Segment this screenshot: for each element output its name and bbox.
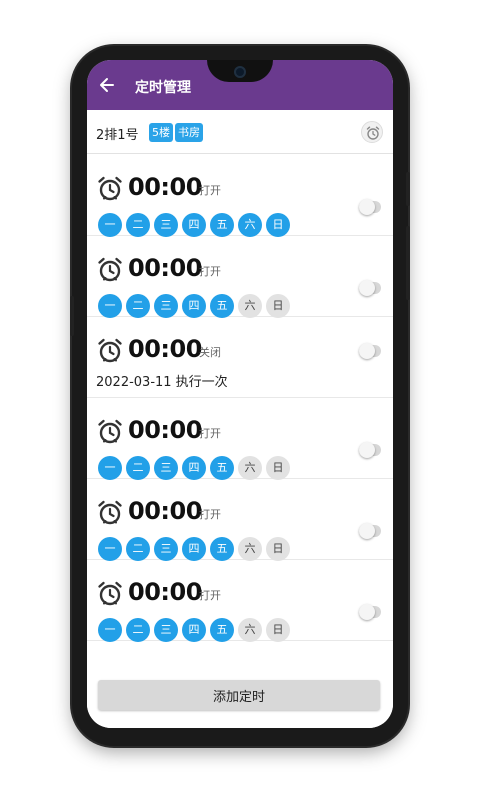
schedule-action: 打开	[199, 508, 221, 521]
schedule-once-date: 2022-03-11 执行一次	[96, 375, 228, 390]
schedule-time: 00:00	[128, 254, 202, 282]
phone-volume-button	[406, 226, 410, 300]
schedule-time: 00:00	[128, 497, 202, 525]
schedule-toggle[interactable]	[359, 343, 381, 359]
schedule-item[interactable]: 00:00 关闭 2022-03-11 执行一次	[87, 317, 393, 398]
weekday-chip[interactable]: 日	[266, 456, 290, 480]
schedule-time: 00:00	[128, 659, 202, 661]
toggle-knob	[359, 604, 375, 620]
weekday-chip[interactable]: 三	[154, 456, 178, 480]
toggle-knob	[359, 343, 375, 359]
weekday-chip[interactable]: 四	[182, 213, 206, 237]
schedule-action: 打开	[199, 589, 221, 602]
weekday-chip[interactable]: 四	[182, 456, 206, 480]
weekday-chip[interactable]: 三	[154, 537, 178, 561]
weekday-chip[interactable]: 五	[210, 456, 234, 480]
weekday-chip[interactable]: 五	[210, 213, 234, 237]
schedule-item[interactable]: 00:00 打开一二三四五六日	[87, 479, 393, 561]
weekday-chip[interactable]: 六	[238, 537, 262, 561]
floor-tag: 5楼	[149, 123, 173, 142]
schedule-toggle[interactable]	[359, 280, 381, 296]
schedule-action: 打开	[199, 265, 221, 278]
schedule-toggle[interactable]	[359, 604, 381, 620]
weekday-chip[interactable]: 三	[154, 213, 178, 237]
device-name: 2排1号	[96, 128, 139, 143]
weekday-chip[interactable]: 二	[126, 294, 150, 318]
arrow-left-icon[interactable]	[99, 76, 115, 94]
schedule-item[interactable]: 00:00 打开一二三四五六日	[87, 236, 393, 318]
alarm-clock-icon	[98, 419, 122, 444]
add-schedule-button[interactable]: 添加定时	[98, 680, 380, 710]
weekday-chip[interactable]: 四	[182, 294, 206, 318]
alarm-clock-icon	[98, 257, 122, 282]
weekday-chip[interactable]: 三	[154, 294, 178, 318]
alarm-clock-icon	[98, 176, 122, 201]
weekday-chip[interactable]: 一	[98, 213, 122, 237]
weekday-chip[interactable]: 五	[210, 537, 234, 561]
weekday-chip[interactable]: 日	[266, 618, 290, 642]
toggle-knob	[359, 199, 375, 215]
schedule-time: 00:00	[128, 578, 202, 606]
schedule-item[interactable]: 00:00打开	[87, 641, 393, 661]
schedule-item[interactable]: 00:00 打开一二三四五六日	[87, 398, 393, 480]
schedule-time: 00:00	[128, 335, 202, 363]
weekday-chip[interactable]: 三	[154, 618, 178, 642]
schedule-toggle[interactable]	[359, 442, 381, 458]
weekday-chip[interactable]: 二	[126, 537, 150, 561]
toggle-knob	[359, 442, 375, 458]
weekday-chip[interactable]: 五	[210, 618, 234, 642]
bottom-bar: 添加定时	[87, 662, 393, 728]
alarm-clock-icon	[366, 126, 380, 140]
weekday-chip[interactable]: 一	[98, 456, 122, 480]
weekday-chip[interactable]: 一	[98, 294, 122, 318]
weekday-chip[interactable]: 六	[238, 213, 262, 237]
weekday-chip[interactable]: 一	[98, 618, 122, 642]
schedule-action: 关闭	[199, 346, 221, 359]
weekday-chip[interactable]: 二	[126, 456, 150, 480]
toggle-knob	[359, 280, 375, 296]
schedule-item[interactable]: 00:00 打开一二三四五六日	[87, 560, 393, 642]
weekday-chip[interactable]: 六	[238, 294, 262, 318]
weekday-chip[interactable]: 日	[266, 213, 290, 237]
schedule-action: 打开	[199, 184, 221, 197]
schedule-list: 00:00 打开一二三四五六日 00:00 打开一二三四五六日 00:00 关闭 2022-…	[87, 155, 393, 661]
weekday-chip[interactable]: 五	[210, 294, 234, 318]
weekday-chip[interactable]: 四	[182, 537, 206, 561]
app-screen: 定时管理 2排1号 5楼 书房 00:00 打开一二三四五六日 00:00 打开一二三…	[87, 60, 393, 728]
phone-left-button	[70, 296, 74, 336]
alarm-clock-icon	[98, 581, 122, 606]
weekday-chip[interactable]: 六	[238, 618, 262, 642]
front-camera	[234, 66, 246, 78]
weekday-chip[interactable]: 一	[98, 537, 122, 561]
weekday-chip[interactable]: 日	[266, 294, 290, 318]
weekday-chip[interactable]: 二	[126, 618, 150, 642]
alarm-clock-icon	[98, 500, 122, 525]
schedule-time: 00:00	[128, 416, 202, 444]
weekday-chip[interactable]: 日	[266, 537, 290, 561]
device-info-row: 2排1号 5楼 书房	[87, 110, 393, 154]
weekday-chip[interactable]: 二	[126, 213, 150, 237]
alarm-button[interactable]	[361, 121, 383, 143]
alarm-clock-icon	[98, 338, 122, 363]
schedule-action: 打开	[199, 427, 221, 440]
weekday-chip[interactable]: 四	[182, 618, 206, 642]
app-bar: 定时管理	[87, 60, 393, 110]
schedule-toggle[interactable]	[359, 523, 381, 539]
schedule-item[interactable]: 00:00 打开一二三四五六日	[87, 155, 393, 237]
schedule-time: 00:00	[128, 173, 202, 201]
toggle-knob	[359, 523, 375, 539]
phone-side-button	[406, 172, 410, 206]
room-tag: 书房	[175, 123, 203, 142]
page-title: 定时管理	[135, 80, 191, 96]
weekday-chip[interactable]: 六	[238, 456, 262, 480]
schedule-toggle[interactable]	[359, 199, 381, 215]
